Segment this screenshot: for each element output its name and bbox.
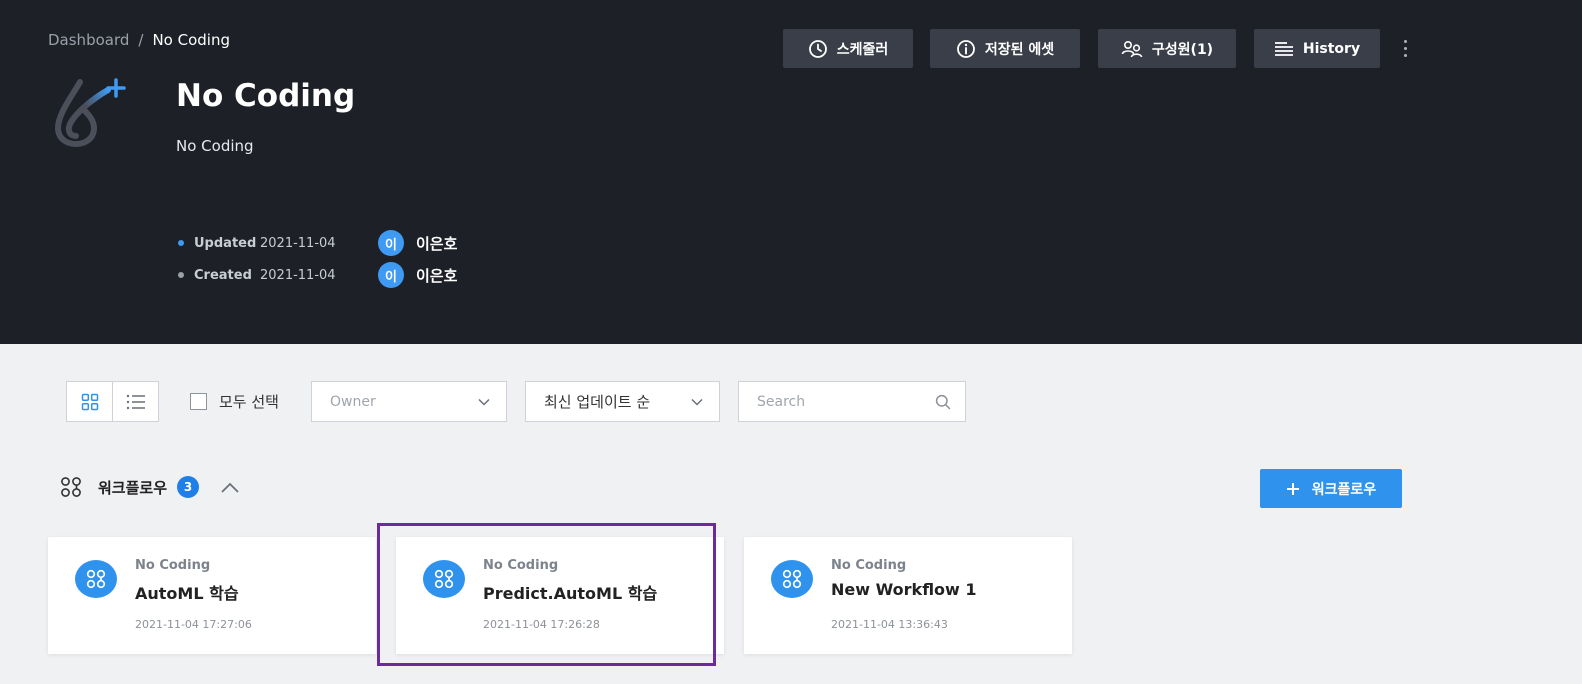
drop-sparkle-logo-icon: [50, 76, 130, 148]
scheduler-button[interactable]: 스케줄러: [783, 29, 913, 68]
history-label: History: [1302, 40, 1361, 57]
grid-icon: [81, 393, 98, 410]
grid-view-button[interactable]: [67, 382, 112, 421]
avatar: 이: [378, 262, 404, 288]
search-box: [738, 381, 966, 422]
list-icon: [126, 394, 145, 409]
collapse-button[interactable]: [219, 476, 241, 498]
more-options-icon[interactable]: [1398, 34, 1412, 62]
updated-date: 2021-11-04: [260, 235, 336, 251]
workflow-card[interactable]: No Coding New Workflow 1 2021-11-04 13:3…: [744, 537, 1072, 654]
updated-user-name: 이은호: [416, 234, 458, 253]
search-input[interactable]: [757, 393, 917, 410]
chevron-down-icon: [478, 398, 490, 406]
select-all-checkbox[interactable]: [190, 393, 207, 410]
breadcrumb-current: No Coding: [152, 31, 230, 49]
card-date: 2021-11-04 13:36:43: [831, 618, 948, 631]
project-header: Dashboard / No Coding No Coding No Coding …: [0, 0, 1582, 344]
card-project: No Coding: [483, 558, 559, 573]
chevron-down-icon: [691, 398, 703, 406]
plus-icon: [1286, 482, 1299, 495]
workflow-icon: [75, 560, 117, 598]
section-title: 워크플로우: [98, 478, 168, 497]
owner-dropdown-placeholder: Owner: [330, 393, 376, 410]
card-project: No Coding: [135, 558, 211, 573]
clock-icon: [808, 39, 827, 58]
card-title: Predict.AutoML 학습: [483, 584, 658, 603]
list-view-button[interactable]: [112, 382, 158, 421]
page-description: No Coding: [176, 137, 254, 155]
page-title: No Coding: [176, 78, 356, 114]
meta-created-row: Created 2021-11-04 이 이은호: [178, 262, 458, 288]
chevron-up-icon: [221, 482, 239, 493]
sort-dropdown[interactable]: 최신 업데이트 순: [525, 381, 720, 422]
add-workflow-button[interactable]: 워크플로우: [1260, 469, 1402, 508]
card-project: No Coding: [831, 558, 907, 573]
card-date: 2021-11-04 17:26:28: [483, 618, 600, 631]
card-title: New Workflow 1: [831, 580, 977, 599]
breadcrumb-dashboard-link[interactable]: Dashboard: [48, 31, 129, 49]
history-list-icon: [1274, 41, 1293, 56]
workflow-card[interactable]: No Coding AutoML 학습 2021-11-04 17:27:06: [48, 537, 376, 654]
card-date: 2021-11-04 17:27:06: [135, 618, 252, 631]
workflow-section-header: 워크플로우 3: [60, 476, 241, 498]
history-button[interactable]: History: [1254, 29, 1380, 68]
created-label: Created: [194, 267, 252, 283]
created-dot-icon: [178, 272, 184, 278]
search-icon[interactable]: [935, 394, 951, 410]
select-all-label: 모두 선택: [219, 393, 279, 411]
saved-assets-label: 저장된 에셋: [984, 41, 1055, 58]
breadcrumb-separator: /: [138, 31, 144, 49]
sort-dropdown-value: 최신 업데이트 순: [544, 393, 651, 411]
select-all[interactable]: 모두 선택: [190, 391, 279, 412]
updated-dot-icon: [178, 240, 184, 246]
owner-dropdown[interactable]: Owner: [311, 381, 507, 422]
add-workflow-label: 워크플로우: [1311, 481, 1377, 498]
workflow-card[interactable]: No Coding Predict.AutoML 학습 2021-11-04 1…: [396, 537, 724, 654]
info-icon: [956, 39, 975, 58]
scheduler-label: 스케줄러: [836, 41, 889, 58]
view-toggle: [66, 381, 159, 422]
members-button[interactable]: 구성원(1): [1098, 29, 1236, 68]
card-title: AutoML 학습: [135, 584, 239, 603]
created-date: 2021-11-04: [260, 267, 336, 283]
created-user-name: 이은호: [416, 266, 458, 285]
saved-assets-button[interactable]: 저장된 에셋: [930, 29, 1080, 68]
workflow-icon: [61, 477, 81, 497]
workflow-icon: [771, 560, 813, 598]
workflow-icon: [423, 560, 465, 598]
breadcrumb: Dashboard / No Coding: [48, 31, 230, 49]
members-label: 구성원(1): [1151, 41, 1214, 58]
meta-updated-row: Updated 2021-11-04 이 이은호: [178, 230, 458, 256]
workflow-count-badge: 3: [177, 476, 200, 498]
members-icon: [1121, 40, 1143, 57]
updated-label: Updated: [194, 235, 257, 251]
avatar: 이: [378, 230, 404, 256]
